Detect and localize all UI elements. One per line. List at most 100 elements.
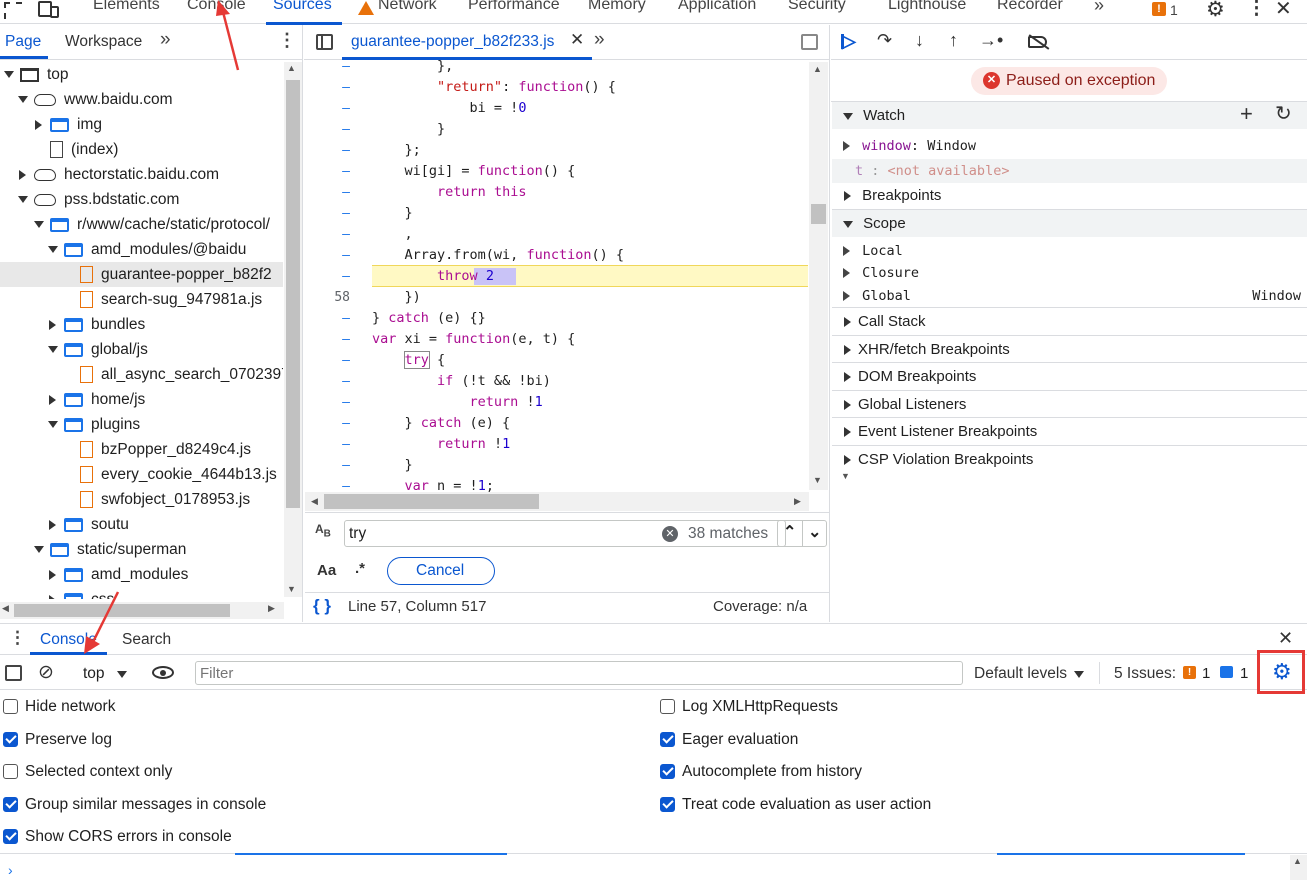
next-match-icon[interactable]: ⌄ (808, 522, 821, 542)
drawer-tab-search[interactable]: Search (122, 631, 171, 649)
setting-label[interactable]: Autocomplete from history (682, 763, 862, 781)
setting-label[interactable]: Log XMLHttpRequests (682, 698, 838, 716)
close-drawer-icon[interactable]: ✕ (1278, 628, 1293, 649)
tab-elements[interactable]: Elements (93, 0, 160, 14)
tree-item-folder[interactable]: amd_modules/@baidu (0, 237, 283, 262)
tree-item-folder[interactable]: home/js (0, 387, 283, 412)
tree-item-folder[interactable]: amd_modules (0, 562, 283, 587)
gutter-line-marker[interactable]: – (330, 59, 350, 74)
tree-item-folder[interactable]: img (0, 112, 283, 137)
scope-local[interactable]: Local (832, 241, 903, 261)
toggle-debugger-icon[interactable] (801, 34, 818, 50)
tree-item-domain[interactable]: www.baidu.com (0, 87, 283, 112)
setting-checkbox[interactable] (3, 796, 18, 812)
context-selector[interactable]: top (83, 665, 105, 683)
global-listeners-section[interactable]: Global Listeners (832, 391, 1307, 418)
tab-sources[interactable]: Sources (273, 0, 332, 14)
scope-global[interactable]: Global Window (832, 286, 1307, 306)
sidebar-scroll-down-icon[interactable]: ▼ (841, 471, 850, 481)
xhr-breakpoints-section[interactable]: XHR/fetch Breakpoints (832, 336, 1307, 363)
tab-memory[interactable]: Memory (588, 0, 646, 14)
setting-checkbox[interactable] (3, 699, 18, 714)
nav-menu-icon[interactable]: ⋮ (278, 30, 296, 51)
gutter-line-marker[interactable]: – (330, 227, 350, 242)
csp-violation-breakpoints-section[interactable]: CSP Violation Breakpoints (832, 446, 1307, 473)
pretty-print-icon[interactable]: { } (313, 596, 331, 616)
more-tabs-chevron-icon[interactable]: » (1094, 0, 1104, 16)
regex-toggle[interactable]: .* (355, 560, 365, 577)
drawer-menu-icon[interactable]: ⋮ (9, 628, 26, 648)
setting-label[interactable]: Treat code evaluation as user action (682, 796, 931, 814)
setting-checkbox[interactable] (660, 764, 675, 779)
gutter-line-marker[interactable]: – (330, 395, 350, 410)
tab-workspace[interactable]: Workspace (65, 33, 142, 51)
tree-item-file[interactable]: swfobject_0178953.js (0, 487, 283, 512)
tree-item-folder[interactable]: r/www/cache/static/protocol/ (0, 212, 283, 237)
tab-lighthouse[interactable]: Lighthouse (888, 0, 966, 14)
setting-label[interactable]: Preserve log (25, 731, 112, 749)
console-sidebar-icon[interactable] (5, 665, 22, 681)
gutter-line-marker[interactable]: – (330, 185, 350, 200)
editor-scroll-down-icon[interactable]: ▼ (813, 475, 822, 485)
setting-label[interactable]: Selected context only (25, 763, 172, 781)
scroll-right-arrow-icon[interactable]: ▶ (268, 603, 275, 614)
tab-recorder[interactable]: Recorder (997, 0, 1063, 14)
gutter-line-marker[interactable]: – (330, 101, 350, 116)
tree-item-folder[interactable]: global/js (0, 337, 283, 362)
setting-label[interactable]: Eager evaluation (682, 731, 798, 749)
event-listener-breakpoints-section[interactable]: Event Listener Breakpoints (832, 418, 1307, 445)
watch-section-header[interactable]: Watch (832, 102, 1307, 129)
setting-label[interactable]: Hide network (25, 698, 115, 716)
tree-item-folder[interactable]: css (0, 587, 283, 599)
step-into-icon[interactable]: ↓ (915, 30, 924, 51)
add-watch-icon[interactable]: + (1240, 101, 1253, 127)
tree-item-domain[interactable]: pss.bdstatic.com (0, 187, 283, 212)
setting-checkbox[interactable] (660, 699, 675, 714)
editor-hscroll-thumb[interactable] (324, 494, 539, 509)
close-devtools-icon[interactable]: ✕ (1275, 0, 1292, 21)
gutter-line-marker[interactable]: – (330, 164, 350, 179)
editor-scroll-left-icon[interactable]: ◀ (311, 496, 318, 507)
tree-item-file-selected[interactable]: guarantee-popper_b82f2 (0, 262, 283, 287)
editor-scrollbar-thumb[interactable] (811, 204, 826, 224)
tree-item-folder[interactable]: bundles (0, 312, 283, 337)
gutter-line-marker[interactable]: – (330, 458, 350, 473)
tree-scrollbar-thumb[interactable] (286, 80, 300, 508)
watch-item-window[interactable]: window: Window (832, 136, 1307, 158)
inspect-element-icon[interactable] (4, 2, 22, 19)
more-nav-tabs-icon[interactable]: » (160, 29, 171, 51)
tree-item-file[interactable]: bzPopper_d8249c4.js (0, 437, 283, 462)
scroll-left-arrow-icon[interactable]: ◀ (2, 603, 9, 614)
gutter-line-marker[interactable]: – (330, 122, 350, 137)
gutter-line-marker[interactable]: – (330, 353, 350, 368)
settings-gear-icon[interactable]: ⚙ (1206, 0, 1225, 22)
gutter-line-marker[interactable]: – (330, 332, 350, 347)
gutter-line-marker[interactable]: – (330, 269, 350, 284)
step-out-icon[interactable]: ↑ (949, 30, 958, 51)
console-scroll-up-icon[interactable]: ▲ (1293, 856, 1302, 866)
toggle-navigator-icon[interactable] (316, 34, 333, 50)
tab-security[interactable]: Security (788, 0, 846, 14)
step-over-icon[interactable]: ↷ (877, 30, 892, 51)
search-input[interactable]: try (349, 525, 366, 543)
editor-scroll-right-icon[interactable]: ▶ (794, 496, 801, 507)
clear-search-icon[interactable]: ✕ (662, 526, 678, 542)
editor-vertical-scrollbar[interactable] (809, 62, 828, 490)
tree-item-file[interactable]: (index) (0, 137, 283, 162)
log-levels-dropdown[interactable]: Default levels (974, 665, 1067, 683)
step-icon[interactable]: →• (979, 30, 1003, 51)
tree-item-domain[interactable]: hectorstatic.baidu.com (0, 162, 283, 187)
tree-item-file[interactable]: search-sug_947981a.js (0, 287, 283, 312)
resume-icon[interactable]: ▷ (842, 31, 856, 52)
setting-label[interactable]: Show CORS errors in console (25, 828, 232, 846)
gutter-line-marker[interactable]: – (330, 374, 350, 389)
tree-item-file[interactable]: all_async_search_0702397 (0, 362, 283, 387)
gutter-line-marker[interactable]: – (330, 248, 350, 263)
setting-checkbox[interactable] (3, 829, 18, 844)
tab-page[interactable]: Page (5, 33, 41, 51)
tree-item-folder[interactable]: soutu (0, 512, 283, 537)
replace-toggle-icon[interactable]: AB (315, 522, 331, 539)
more-options-icon[interactable]: ⋮ (1247, 0, 1266, 20)
breakpoints-section-header[interactable]: Breakpoints (832, 182, 1307, 209)
close-file-tab-icon[interactable]: ✕ (570, 30, 584, 50)
